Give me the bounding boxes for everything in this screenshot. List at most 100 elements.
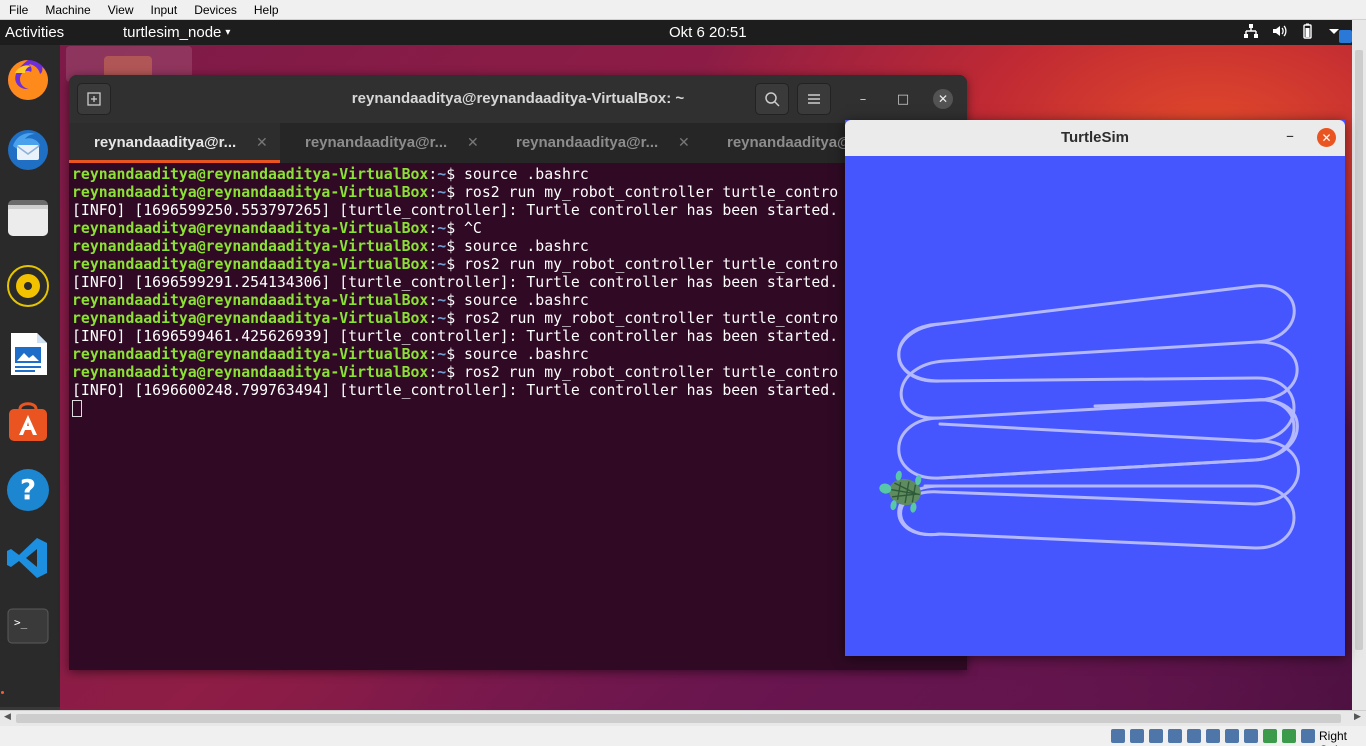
text-cursor xyxy=(72,400,82,417)
prompt-dollar: $ xyxy=(446,292,465,309)
minimize-icon[interactable]: – xyxy=(1286,126,1294,145)
command-text: ros2 run my_robot_controller turtle_cont… xyxy=(464,310,839,327)
terminal-line: [INFO] [1696599461.425626939] [turtle_co… xyxy=(72,328,967,346)
vm-horizontal-scrollbar[interactable]: ◀ ▶ xyxy=(0,710,1366,726)
tab-close-icon[interactable]: ✕ xyxy=(467,134,479,151)
terminal-line: reynandaaditya@reynandaaditya-VirtualBox… xyxy=(72,310,967,328)
prompt-path: ~ xyxy=(437,364,447,381)
shared-folders-icon[interactable] xyxy=(1206,729,1220,743)
prompt-dollar: $ xyxy=(446,220,465,237)
scrollbar-thumb[interactable] xyxy=(16,714,1341,723)
menu-icon xyxy=(808,94,820,104)
terminal-line: reynandaaditya@reynandaaditya-VirtualBox… xyxy=(72,166,967,184)
output-text: [INFO] [1696599291.254134306] [turtle_co… xyxy=(72,274,839,291)
output-text: [INFO] [1696599461.425626939] [turtle_co… xyxy=(72,328,839,345)
vbox-menu-file[interactable]: File xyxy=(0,3,36,17)
maximize-button[interactable]: □ xyxy=(893,89,913,109)
optical-drive-icon[interactable] xyxy=(1111,729,1125,743)
battery-icon xyxy=(1303,23,1312,39)
terminal-tab-3[interactable]: reynandaaditya@r... ✕ xyxy=(491,123,702,163)
prompt-user: reynandaaditya@reynandaaditya-VirtualBox xyxy=(72,346,429,363)
command-text: source .bashrc xyxy=(464,166,589,183)
system-tray[interactable] xyxy=(1243,23,1341,39)
prompt-user: reynandaaditya@reynandaaditya-VirtualBox xyxy=(72,238,429,255)
close-button[interactable]: ✕ xyxy=(933,89,953,109)
network-adapter-icon[interactable] xyxy=(1168,729,1182,743)
audio-icon[interactable] xyxy=(1149,729,1163,743)
vscode-icon[interactable] xyxy=(5,535,51,581)
prompt-path: ~ xyxy=(437,310,447,327)
terminal-icon[interactable]: >_ xyxy=(5,603,51,649)
prompt-dollar: $ xyxy=(446,166,465,183)
tab-close-icon[interactable]: ✕ xyxy=(678,134,690,151)
terminal-line: reynandaaditya@reynandaaditya-VirtualBox… xyxy=(72,184,967,202)
rhythmbox-icon[interactable] xyxy=(5,263,51,309)
terminal-tab-1[interactable]: reynandaaditya@r... ✕ xyxy=(69,123,280,163)
active-app-indicator xyxy=(1,691,4,694)
terminal-window[interactable]: reynandaaditya@reynandaaditya-VirtualBox… xyxy=(69,75,967,670)
vbox-menu-input[interactable]: Input xyxy=(142,3,186,17)
hard-disk-icon[interactable] xyxy=(1130,729,1144,743)
turtlesim-canvas xyxy=(879,284,1300,550)
tab-close-icon[interactable]: ✕ xyxy=(256,134,268,151)
vbox-menu-devices[interactable]: Devices xyxy=(185,3,245,17)
notification-icon xyxy=(1339,30,1352,43)
thunderbird-icon[interactable] xyxy=(5,126,51,172)
mouse-integration-icon[interactable] xyxy=(1282,729,1296,743)
prompt-path: ~ xyxy=(437,166,447,183)
vbox-menubar: File Machine View Input Devices Help xyxy=(0,0,1366,20)
files-icon[interactable] xyxy=(5,195,51,241)
output-text: [INFO] [1696599250.553797265] [turtle_co… xyxy=(72,202,839,219)
scrollbar-thumb[interactable] xyxy=(1355,50,1363,650)
terminal-line: reynandaaditya@reynandaaditya-VirtualBox… xyxy=(72,220,967,238)
command-text: ros2 run my_robot_controller turtle_cont… xyxy=(464,256,839,273)
prompt-dollar: $ xyxy=(446,238,465,255)
display-icon[interactable] xyxy=(1225,729,1239,743)
host-key-label: Right Ctrl xyxy=(1319,729,1348,746)
svg-text:>_: >_ xyxy=(14,616,28,629)
search-button[interactable] xyxy=(755,83,789,115)
output-text: [INFO] [1696600248.799763494] [turtle_co… xyxy=(72,382,839,399)
terminal-tabbar: reynandaaditya@r... ✕ reynandaaditya@r...… xyxy=(69,123,967,163)
help-icon[interactable]: ? xyxy=(5,467,51,513)
tab-label: reynandaaditya@r... xyxy=(94,134,237,151)
terminal-headerbar[interactable]: reynandaaditya@reynandaaditya-VirtualBox… xyxy=(69,75,967,123)
vbox-menu-view[interactable]: View xyxy=(99,3,142,17)
video-capture-icon[interactable] xyxy=(1244,729,1258,743)
terminal-output[interactable]: reynandaaditya@reynandaaditya-VirtualBox… xyxy=(72,166,967,418)
prompt-separator: : xyxy=(428,166,438,183)
activities-button[interactable]: Activities xyxy=(5,24,64,41)
usb-icon[interactable] xyxy=(1187,729,1201,743)
close-button[interactable]: ✕ xyxy=(1317,128,1336,147)
app-menu[interactable]: turtlesim_node ▾ xyxy=(123,24,230,41)
keyboard-icon[interactable] xyxy=(1301,729,1315,743)
turtlesim-titlebar[interactable]: TurtleSim – ✕ xyxy=(845,120,1345,156)
prompt-user: reynandaaditya@reynandaaditya-VirtualBox xyxy=(72,292,429,309)
terminal-line: [INFO] [1696599250.553797265] [turtle_co… xyxy=(72,202,967,220)
minimize-button[interactable]: – xyxy=(853,89,873,109)
prompt-user: reynandaaditya@reynandaaditya-VirtualBox xyxy=(72,256,429,273)
clock[interactable]: Okt 6 20:51 xyxy=(669,24,747,41)
terminal-line: [INFO] [1696599291.254134306] [turtle_co… xyxy=(72,274,967,292)
volume-icon xyxy=(1273,25,1287,37)
scroll-left-arrow-icon[interactable]: ◀ xyxy=(4,712,11,722)
svg-text:?: ? xyxy=(20,473,36,506)
turtlesim-title: TurtleSim xyxy=(1060,129,1130,146)
ubuntu-software-icon[interactable] xyxy=(5,399,51,445)
scroll-right-arrow-icon[interactable]: ▶ xyxy=(1354,712,1361,722)
firefox-icon[interactable] xyxy=(5,57,51,103)
vm-vertical-scrollbar[interactable] xyxy=(1352,20,1366,710)
vbox-menu-help[interactable]: Help xyxy=(245,3,287,17)
libreoffice-writer-icon[interactable] xyxy=(5,331,51,377)
network-icon xyxy=(1244,24,1258,38)
prompt-user: reynandaaditya@reynandaaditya-VirtualBox xyxy=(72,220,429,237)
hamburger-menu-button[interactable] xyxy=(797,83,831,115)
cpu-icon[interactable] xyxy=(1263,729,1277,743)
prompt-path: ~ xyxy=(437,238,447,255)
prompt-dollar: $ xyxy=(446,364,465,381)
vbox-menu-machine[interactable]: Machine xyxy=(36,3,98,17)
terminal-tab-2[interactable]: reynandaaditya@r... ✕ xyxy=(280,123,491,163)
minimize-icon: – xyxy=(859,91,867,107)
prompt-separator: : xyxy=(428,184,438,201)
turtlesim-window[interactable]: TurtleSim – ✕ xyxy=(845,120,1345,656)
